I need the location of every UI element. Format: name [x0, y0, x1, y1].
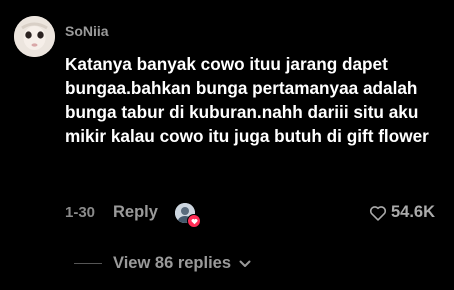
view-replies-label: View 86 replies [113, 254, 232, 272]
like-button[interactable]: 54.6K [369, 203, 435, 222]
like-count: 54.6K [390, 203, 435, 221]
comment-username[interactable]: SoNiia [65, 23, 109, 39]
heart-outline-icon [369, 205, 387, 221]
comment-text: Katanya banyak cowo ituu jarang dapet bu… [65, 54, 429, 146]
comment-date: 1-30 [65, 204, 96, 221]
replies-divider [74, 263, 102, 264]
chevron-down-icon [239, 260, 251, 268]
heart-badge-icon [187, 214, 201, 228]
view-replies-button[interactable]: View 86 replies [74, 254, 251, 273]
avatar[interactable] [14, 16, 55, 57]
reply-button[interactable]: Reply [113, 203, 158, 222]
